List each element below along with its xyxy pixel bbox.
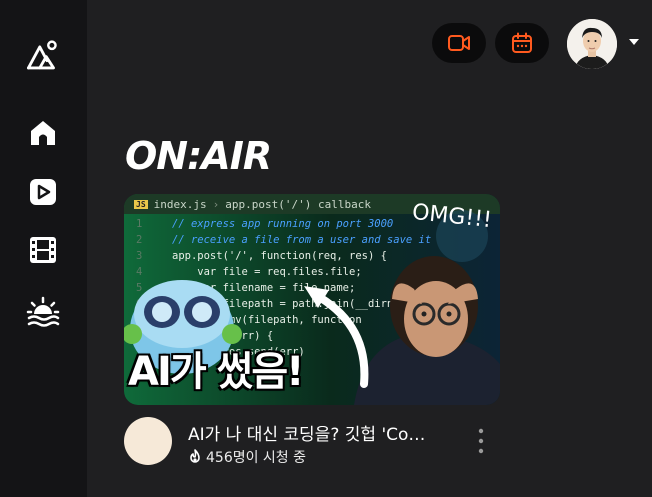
kebab-menu-icon[interactable] <box>476 426 486 456</box>
schedule-button[interactable] <box>495 23 549 63</box>
chevron-down-icon[interactable] <box>628 38 640 46</box>
video-camera-icon <box>448 35 470 51</box>
mountain-sun-logo-icon[interactable] <box>26 38 60 72</box>
viewer-count: 456명이 시청 중 <box>188 447 306 467</box>
channel-avatar[interactable] <box>124 417 172 465</box>
play-icon[interactable] <box>26 175 60 209</box>
thumbnail-overlay-text: AI가 썼음! <box>128 349 304 395</box>
calendar-icon <box>512 32 532 53</box>
live-stream-button[interactable] <box>432 23 486 63</box>
video-thumbnail[interactable]: JS index.js › app.post('/') callback 1//… <box>124 194 500 405</box>
film-icon[interactable] <box>26 233 60 267</box>
viewer-count-label: 456명이 시청 중 <box>206 450 307 466</box>
profile-avatar[interactable] <box>567 19 617 69</box>
home-icon[interactable] <box>26 116 60 150</box>
video-title[interactable]: AI가 나 대신 코딩을? 깃헙 'Co… <box>188 420 464 445</box>
fire-icon <box>190 449 200 463</box>
section-title: ON:AIR <box>125 134 272 178</box>
sunset-icon[interactable] <box>26 295 60 329</box>
sidebar <box>0 0 87 497</box>
